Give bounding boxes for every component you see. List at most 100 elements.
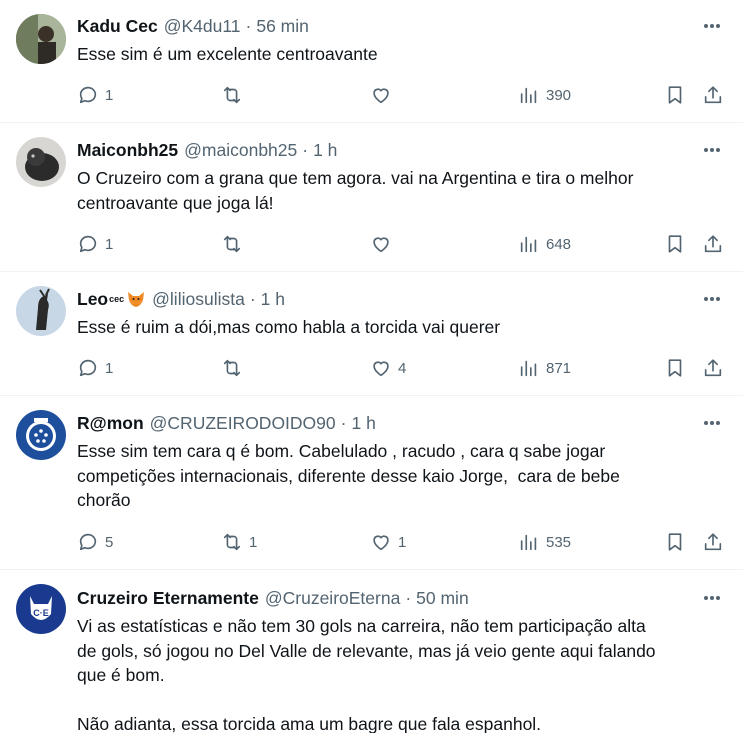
share-button[interactable] [702,356,724,380]
display-name[interactable]: R@mon [77,411,144,435]
reply-icon [79,235,97,253]
tweet-header: Cruzeiro Eternamente @CruzeiroEterna · 5… [77,586,469,610]
tweet-ramon[interactable]: R@mon @CRUZEIRODOIDO90 · 1 h Esse sim te… [0,396,743,570]
separator: · [340,413,347,433]
bookmark-button[interactable] [664,232,686,256]
views-button[interactable]: 390 [518,83,571,107]
avatar-image [16,410,66,460]
avatar-image [16,137,66,187]
action-bar: 1 390 [0,83,743,107]
avatar[interactable] [16,410,66,460]
separator: · [245,16,252,36]
user-handle[interactable]: @CRUZEIRODOIDO90 [150,411,336,435]
user-handle[interactable]: @liliosulista [152,287,245,311]
views-button[interactable]: 871 [518,356,571,380]
tweet-text: O Cruzeiro com a grana que tem agora. va… [77,168,634,213]
views-count: 871 [546,359,572,377]
tweet-header: Leo cec @liliosulista · 1 h [77,287,285,311]
tweet-text: Esse sim é um excelente centroavante [77,44,378,64]
views-icon [520,236,537,253]
like-button[interactable] [370,83,398,107]
retweet-button[interactable] [221,356,249,380]
more-icon[interactable] [701,413,723,433]
name-superscript: cec [109,294,125,304]
reply-button[interactable]: 5 [77,530,113,554]
retweet-count: 1 [249,533,258,551]
retweet-icon [223,86,241,104]
bookmark-button[interactable] [664,356,686,380]
svg-text:C·E: C·E [33,608,49,618]
views-button[interactable]: 648 [518,232,571,256]
avatar-image [16,14,66,64]
reply-button[interactable]: 1 [77,356,113,380]
separator: · [405,588,412,608]
tweet-text: Vi as estatísticas e não tem 30 gols na … [77,616,656,733]
like-button[interactable] [370,232,398,256]
views-count: 390 [546,86,572,104]
views-icon [520,360,537,377]
share-button[interactable] [702,83,724,107]
bookmark-button[interactable] [664,530,686,554]
more-icon[interactable] [701,289,723,309]
more-icon[interactable] [701,16,723,36]
user-handle[interactable]: @K4du11 [164,14,241,38]
avatar[interactable]: C·E [16,584,66,634]
timestamp[interactable]: 56 min [256,14,309,38]
share-button[interactable] [702,232,724,256]
timestamp[interactable]: 50 min [416,586,469,610]
share-button[interactable] [702,530,724,554]
timestamp[interactable]: 1 h [351,411,375,435]
reply-count: 1 [105,359,114,377]
like-button[interactable]: 1 [370,530,406,554]
share-icon [704,533,722,551]
display-name[interactable]: Leo [77,287,108,311]
views-count: 535 [546,533,572,551]
like-count: 4 [398,359,407,377]
avatar[interactable] [16,14,66,64]
action-bar: 5 1 1 535 [0,530,743,554]
retweet-button[interactable] [221,232,249,256]
more-icon[interactable] [701,588,723,608]
timestamp[interactable]: 1 h [261,287,285,311]
bookmark-button[interactable] [664,83,686,107]
like-count: 1 [398,533,407,551]
like-icon [373,361,389,377]
separator: · [249,289,256,309]
retweet-button[interactable] [221,83,249,107]
display-name[interactable]: Maiconbh25 [77,138,178,162]
tweet-kadu[interactable]: Kadu Cec @K4du11 · 56 min Esse sim é um … [0,0,743,123]
reply-icon [79,86,97,104]
tweet-header: Maiconbh25 @maiconbh25 · 1 h [77,138,337,162]
like-icon [373,88,389,104]
display-name[interactable]: Kadu Cec [77,14,158,38]
fox-emoji-icon [128,292,145,307]
views-button[interactable]: 535 [518,530,571,554]
more-icon[interactable] [701,140,723,160]
avatar[interactable] [16,286,66,336]
avatar-image: C·E [16,584,66,634]
user-handle[interactable]: @maiconbh25 [184,138,297,162]
bookmark-icon [668,533,682,551]
avatar[interactable] [16,137,66,187]
tweet-cruzeiro-eternamente[interactable]: C·E Cruzeiro Eternamente @CruzeiroEterna… [0,570,743,733]
retweet-icon [223,533,241,551]
reply-count: 1 [105,235,114,253]
like-icon [373,535,389,551]
views-icon [520,534,537,551]
share-icon [704,359,722,377]
reply-icon [79,359,97,377]
tweet-maiconbh25[interactable]: Maiconbh25 @maiconbh25 · 1 h O Cruzeiro … [0,123,743,272]
user-handle[interactable]: @CruzeiroEterna [265,586,400,610]
timestamp[interactable]: 1 h [313,138,337,162]
retweet-button[interactable]: 1 [221,530,257,554]
separator: · [302,140,309,160]
reply-button[interactable]: 1 [77,83,113,107]
display-name[interactable]: Cruzeiro Eternamente [77,586,259,610]
like-icon [373,237,389,253]
reply-button[interactable]: 1 [77,232,113,256]
like-button[interactable]: 4 [370,356,406,380]
tweet-leo[interactable]: Leo cec @liliosulista · 1 h Esse é ruim a… [0,272,743,396]
tweet-header: Kadu Cec @K4du11 · 56 min [77,14,309,38]
reply-icon [79,533,97,551]
views-icon [520,87,537,104]
